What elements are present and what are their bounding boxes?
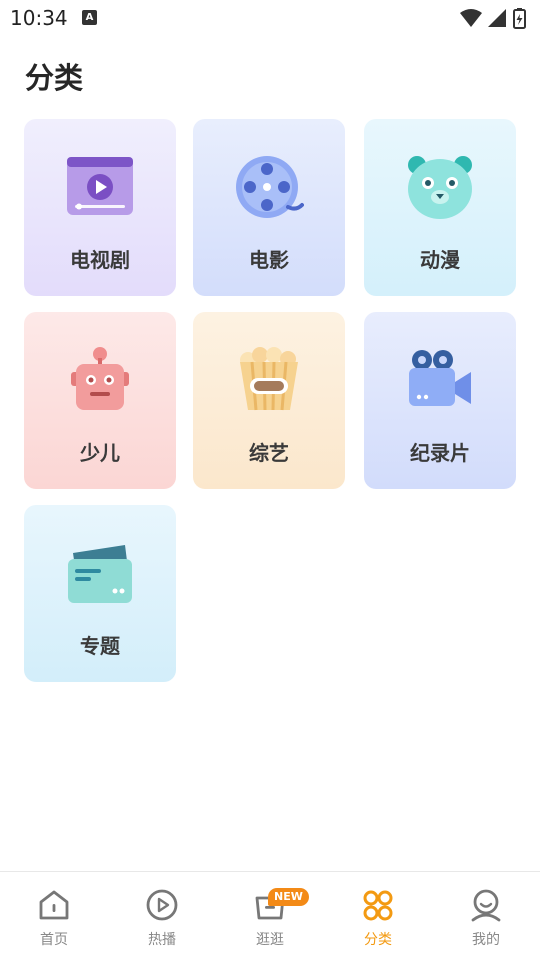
battery-icon [513, 8, 526, 29]
bottom-nav: 首页 热播 逛逛 NEW 分类 我的 [0, 871, 540, 961]
notification-a-icon: A [82, 10, 97, 25]
video-camera-icon [405, 346, 475, 416]
tv-play-icon [65, 153, 135, 223]
nav-label: 我的 [472, 932, 500, 948]
page-title: 分类 [25, 61, 84, 95]
category-variety[interactable]: 综艺 [193, 312, 345, 489]
nav-browse[interactable]: 逛逛 [216, 872, 324, 961]
wifi-icon [460, 9, 482, 27]
cartoon-bear-icon [405, 153, 475, 223]
category-topic[interactable]: 专题 [24, 505, 176, 682]
category-tv-series[interactable]: 电视剧 [24, 119, 176, 296]
category-kids[interactable]: 少儿 [24, 312, 176, 489]
user-icon [470, 888, 502, 922]
robot-icon [65, 346, 135, 416]
signal-icon [488, 9, 506, 27]
nav-label: 逛逛 [256, 932, 284, 948]
status-indicators [458, 7, 530, 29]
category-label: 少儿 [80, 441, 120, 465]
nav-home[interactable]: 首页 [0, 872, 108, 961]
category-label: 电影 [249, 248, 289, 272]
popcorn-icon [234, 346, 304, 416]
status-bar: 10:34 A [0, 0, 540, 36]
category-label: 电视剧 [70, 248, 130, 272]
new-badge: NEW [268, 888, 309, 906]
nav-label: 分类 [364, 932, 392, 948]
film-reel-icon [234, 153, 304, 223]
category-label: 纪录片 [410, 441, 470, 465]
nav-hot[interactable]: 热播 [108, 872, 216, 961]
category-documentary[interactable]: 纪录片 [364, 312, 516, 489]
status-time: 10:34 [10, 6, 68, 30]
card-folder-icon [65, 539, 135, 609]
category-label: 综艺 [249, 441, 289, 465]
home-icon [38, 888, 70, 922]
nav-category[interactable]: 分类 [324, 872, 432, 961]
play-circle-icon [146, 888, 178, 922]
nav-profile[interactable]: 我的 [432, 872, 540, 961]
category-label: 动漫 [420, 248, 460, 272]
category-grid-icon [362, 888, 394, 922]
nav-label: 首页 [40, 932, 68, 948]
nav-label: 热播 [148, 932, 176, 948]
category-movie[interactable]: 电影 [193, 119, 345, 296]
category-label: 专题 [80, 634, 120, 658]
category-anime[interactable]: 动漫 [364, 119, 516, 296]
